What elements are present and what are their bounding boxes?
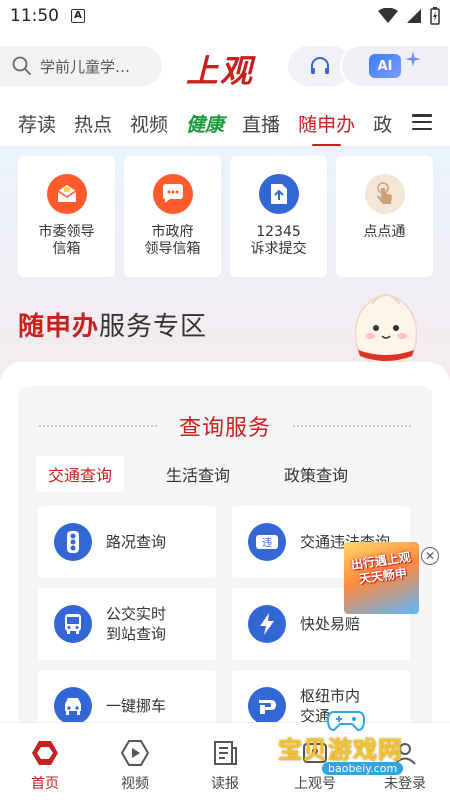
nav-newspaper[interactable]: 读报 — [180, 723, 270, 800]
query-section-header: 查询服务 — [18, 410, 432, 442]
service-road-conditions[interactable]: 路况查询 — [38, 506, 216, 578]
headphones-icon — [311, 57, 329, 74]
bus-icon — [54, 605, 92, 643]
search-icon — [12, 56, 31, 75]
violation-icon: 违 — [248, 523, 286, 561]
user-icon — [394, 743, 416, 765]
service-bus-arrival[interactable]: 公交实时 到站查询 — [38, 588, 216, 660]
status-icons — [378, 7, 440, 25]
hero-banner: 市委领导 信箱 市政府 领导信箱 12345 诉求提交 点点通 随申办服务专区 — [0, 146, 450, 381]
ai-assistant-button[interactable]: AI — [340, 44, 450, 88]
floating-ad[interactable]: 出行遇上观 天天畅申 — [344, 542, 419, 614]
tap-finger-icon — [364, 174, 405, 214]
app-header: 学前儿童学… 上观 AI — [0, 32, 450, 100]
quick-card-label: 点点通 — [363, 224, 406, 240]
service-label: 路况查询 — [106, 533, 167, 551]
hero-title-brand: 随申办 — [18, 312, 100, 342]
nav-video[interactable]: 视频 — [90, 723, 180, 800]
service-label: 快处易赔 — [300, 615, 361, 633]
chat-bubble-icon — [152, 174, 193, 214]
quick-card-label: 市政府 领导信箱 — [144, 224, 201, 257]
channel-tabs: 荐读 热点 视频 健康 直播 随申办 政 — [0, 100, 450, 147]
app-logo: 上观 — [186, 52, 255, 90]
bottom-navigation: 首页 视频 读报 上观号 未登录 — [0, 722, 450, 800]
tab-recommend[interactable]: 荐读 — [18, 110, 56, 137]
close-icon[interactable]: ✕ — [421, 547, 439, 565]
battery-icon — [430, 7, 440, 25]
status-time: 11:50 — [10, 6, 59, 26]
service-label: 枢纽市内 交通 — [300, 687, 361, 725]
nav-profile[interactable]: 未登录 — [360, 723, 450, 800]
nav-label: 首页 — [31, 776, 59, 792]
nav-label: 上观号 — [294, 776, 336, 792]
nav-home[interactable]: 首页 — [0, 723, 90, 800]
search-bar[interactable]: 学前儿童学… — [0, 46, 162, 86]
quick-card-gov-mailbox[interactable]: 市政府 领导信箱 — [124, 156, 221, 277]
hub-icon — [248, 687, 286, 725]
quick-card-label: 市委领导 信箱 — [38, 224, 95, 257]
ai-label: AI — [369, 54, 401, 78]
section-hero-title: 随申办服务专区 — [18, 306, 207, 343]
account-icon — [303, 743, 327, 763]
quick-card-diandiantong[interactable]: 点点通 — [336, 156, 433, 277]
status-bar: 11:50 A — [0, 0, 450, 32]
leader-mailbox-icon — [46, 174, 87, 214]
lightning-icon — [248, 605, 286, 643]
tab-politics[interactable]: 政 — [373, 110, 395, 137]
subtab-traffic[interactable]: 交通查询 — [36, 456, 125, 492]
home-icon — [32, 741, 58, 765]
quick-card-label: 12345 诉求提交 — [250, 224, 307, 257]
nav-label: 读报 — [211, 776, 239, 792]
query-section-title: 查询服务 — [178, 416, 271, 441]
search-placeholder: 学前儿童学… — [40, 57, 131, 76]
wifi-icon — [378, 8, 398, 23]
service-label: 一键挪车 — [106, 697, 167, 715]
nav-label: 视频 — [121, 776, 149, 792]
subtab-life[interactable]: 生活查询 — [154, 456, 242, 492]
ad-text: 出行遇上观 天天畅申 — [350, 549, 412, 587]
subtab-policy[interactable]: 政策查询 — [272, 456, 360, 492]
play-icon — [121, 740, 149, 766]
quick-card-12345[interactable]: 12345 诉求提交 — [230, 156, 327, 277]
query-subtabs: 交通查询 生活查询 政策查询 — [36, 456, 390, 492]
tab-health[interactable]: 健康 — [186, 110, 224, 137]
sparkle-icon — [405, 51, 421, 67]
nav-label: 未登录 — [384, 776, 426, 792]
tab-video[interactable]: 视频 — [130, 110, 168, 137]
cell-signal-icon — [407, 9, 421, 23]
svg-text:违: 违 — [262, 537, 272, 549]
tab-hot[interactable]: 热点 — [74, 110, 112, 137]
traffic-light-icon — [54, 523, 92, 561]
quick-service-cards: 市委领导 信箱 市政府 领导信箱 12345 诉求提交 点点通 — [18, 156, 433, 277]
quick-card-party-mailbox[interactable]: 市委领导 信箱 — [18, 156, 115, 277]
tab-live[interactable]: 直播 — [242, 110, 280, 137]
nav-accounts[interactable]: 上观号 — [270, 723, 360, 800]
newspaper-icon — [214, 741, 237, 765]
notification-icon: A — [71, 9, 85, 23]
hero-title-rest: 服务专区 — [99, 312, 208, 342]
car-icon — [54, 687, 92, 725]
service-label: 公交实时 到站查询 — [106, 605, 167, 643]
tab-suishenban[interactable]: 随申办 — [298, 110, 355, 147]
upload-file-icon — [258, 174, 299, 214]
menu-icon[interactable] — [412, 114, 432, 130]
